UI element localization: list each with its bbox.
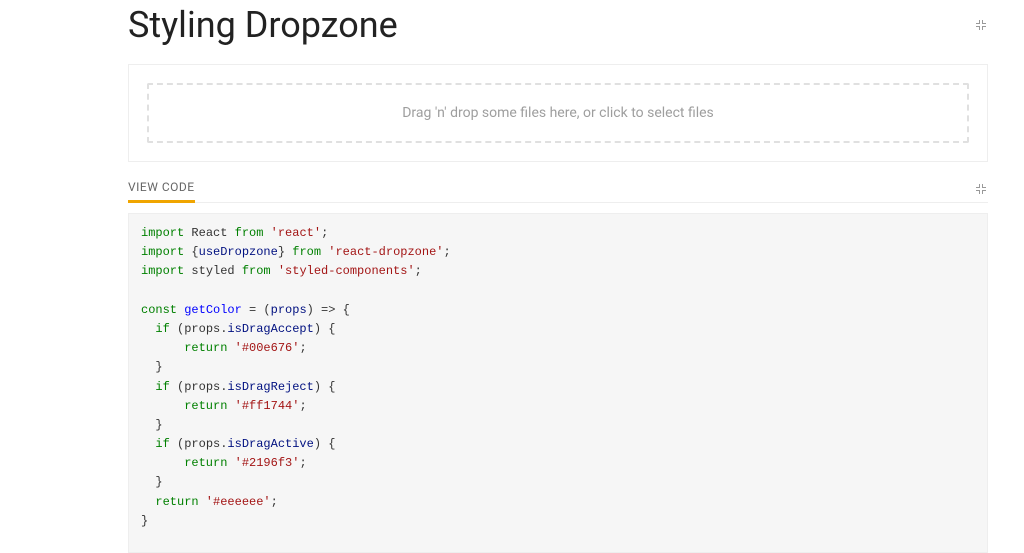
collapse-code-icon[interactable] [974, 182, 988, 196]
tab-view-code[interactable]: VIEW CODE [128, 176, 195, 203]
code-block: import React from 'react'; import {useDr… [128, 213, 988, 553]
demo-panel: Drag 'n' drop some files here, or click … [128, 64, 988, 162]
page-title: Styling Dropzone [128, 4, 398, 46]
dropzone[interactable]: Drag 'n' drop some files here, or click … [147, 83, 969, 143]
collapse-icon[interactable] [974, 18, 988, 32]
tabs-bar: VIEW CODE [128, 176, 988, 203]
dropzone-text: Drag 'n' drop some files here, or click … [402, 105, 714, 121]
